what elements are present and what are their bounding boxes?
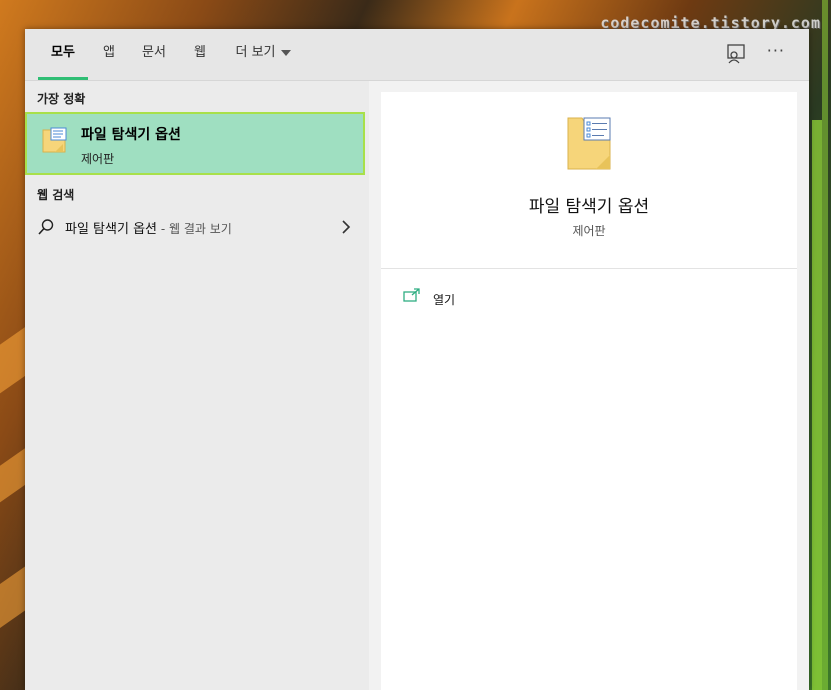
open-icon (403, 288, 421, 308)
divider (381, 268, 797, 269)
preview-pane: 파일 탐색기 옵션 제어판 열기 (381, 92, 797, 690)
best-match-heading: 가장 정확 (37, 92, 86, 106)
tab-web[interactable]: 웹 (188, 29, 212, 80)
search-icon (37, 218, 55, 240)
caret-down-icon (280, 49, 291, 56)
tab-apps[interactable]: 앱 (97, 29, 121, 80)
web-result-hint: - 웹 결과 보기 (157, 222, 232, 236)
search-panel: 모두 앱 문서 웹 더 보기 ··· 가장 정확 파일 탐색기 옵션 제어판 웹… (25, 29, 809, 690)
open-action-label: 열기 (433, 293, 456, 307)
tab-documents[interactable]: 문서 (135, 29, 173, 80)
open-action[interactable]: 열기 (403, 288, 455, 310)
folder-options-icon (41, 126, 69, 160)
best-match-subtitle: 제어판 (81, 152, 115, 166)
preview-subtitle: 제어판 (572, 224, 606, 238)
tab-more[interactable]: 더 보기 (228, 29, 298, 80)
folder-options-large-icon (566, 114, 614, 178)
chevron-right-icon[interactable] (341, 219, 351, 239)
feedback-icon[interactable] (725, 43, 747, 65)
best-match-item[interactable]: 파일 탐색기 옵션 제어판 (25, 112, 365, 175)
web-result-query: 파일 탐색기 옵션 (65, 222, 157, 237)
web-search-heading: 웹 검색 (37, 188, 75, 202)
web-search-result[interactable]: 파일 탐색기 옵션 - 웹 결과 보기 (25, 211, 369, 243)
tab-all[interactable]: 모두 (38, 29, 88, 80)
tab-bar: 모두 앱 문서 웹 더 보기 ··· (25, 29, 809, 81)
results-list: 가장 정확 파일 탐색기 옵션 제어판 웹 검색 파일 탐색기 옵션 - 웹 결… (25, 81, 369, 690)
more-options-button[interactable]: ··· (767, 41, 785, 60)
preview-title: 파일 탐색기 옵션 (528, 197, 650, 217)
best-match-title: 파일 탐색기 옵션 (81, 127, 181, 143)
